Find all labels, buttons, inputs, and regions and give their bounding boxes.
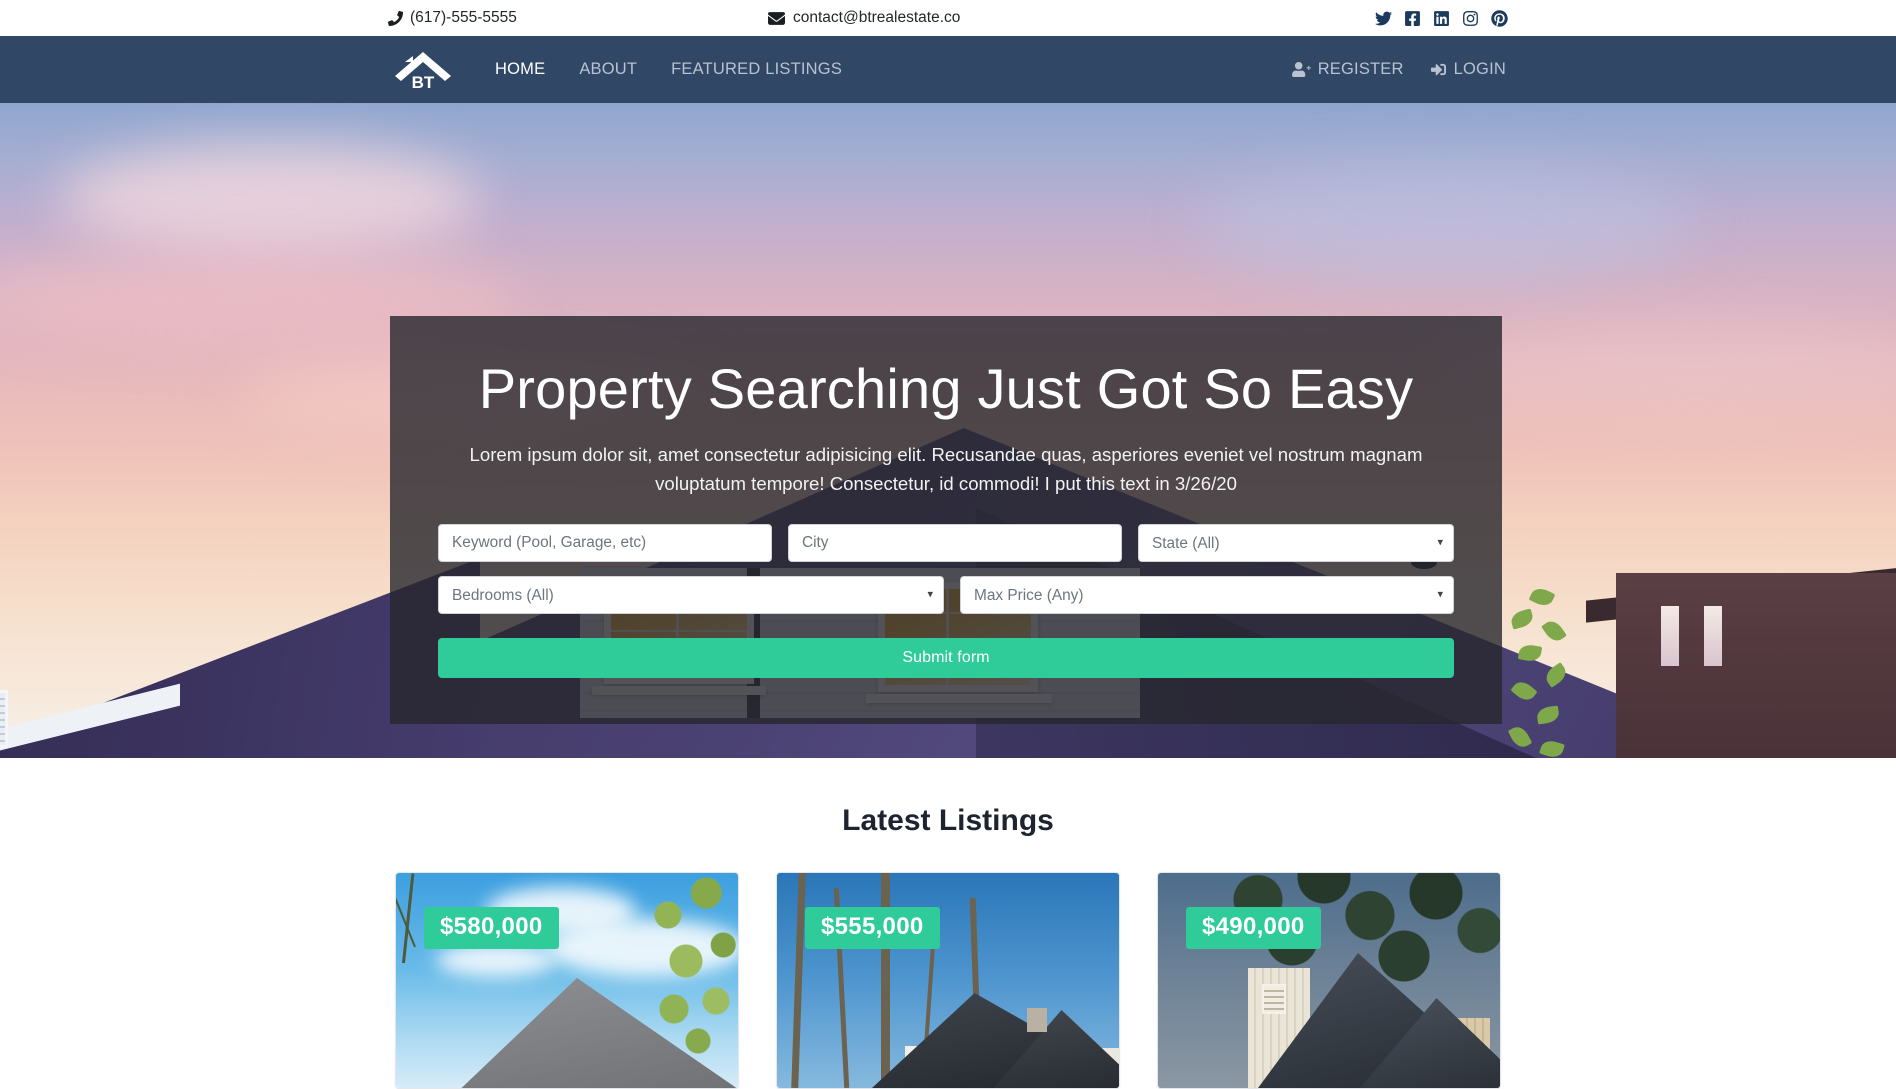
main-navbar: BT HOME ABOUT FEATURED LISTINGS REGISTER…	[0, 36, 1896, 103]
register-label: REGISTER	[1317, 60, 1404, 78]
right-house-wall	[1616, 573, 1896, 758]
search-row-2: Bedrooms (All) ▾ Max Price (Any) ▾	[438, 576, 1454, 615]
keyword-input[interactable]	[438, 524, 772, 563]
nav-link-about[interactable]: ABOUT	[562, 60, 654, 79]
hero-subtitle: Lorem ipsum dolor sit, amet consectetur …	[469, 443, 1423, 494]
bedrooms-select[interactable]: Bedrooms (All)	[438, 576, 944, 615]
social-links	[1375, 9, 1508, 27]
facebook-icon[interactable]	[1404, 10, 1421, 27]
sign-in-icon	[1430, 62, 1447, 77]
listing-card[interactable]: $490,000	[1157, 872, 1501, 1089]
house-roof-logo: BT	[391, 48, 455, 92]
phone-number: (617)-555-5555	[410, 9, 517, 26]
register-link[interactable]: REGISTER	[1291, 60, 1404, 79]
listing-photo: $580,000	[396, 873, 738, 1088]
svg-text:BT: BT	[412, 73, 435, 92]
submit-form-button[interactable]: Submit form	[438, 638, 1454, 679]
listing-price: $490,000	[1186, 907, 1321, 949]
login-link[interactable]: LOGIN	[1430, 60, 1506, 79]
listing-photo: $555,000	[777, 873, 1119, 1088]
hero-tree	[1501, 583, 1581, 758]
left-gable	[0, 648, 180, 758]
login-label: LOGIN	[1453, 60, 1506, 78]
search-row-1: State (All) ▾	[438, 524, 1454, 563]
nav-links: HOME ABOUT FEATURED LISTINGS	[478, 60, 859, 79]
top-contact-bar: (617)-555-5555 contact@btrealestate.co	[0, 0, 1896, 36]
listings-card-grid: $580,000 $555,000 $490,000	[0, 872, 1896, 1089]
hero-section: Property Searching Just Got So Easy Lore…	[0, 103, 1896, 758]
gable-vent	[0, 690, 8, 748]
twitter-icon[interactable]	[1375, 10, 1392, 27]
phone-contact[interactable]: (617)-555-5555	[388, 9, 517, 27]
nav-auth-links: REGISTER LOGIN	[1291, 60, 1506, 79]
hero-search-card: Property Searching Just Got So Easy Lore…	[390, 316, 1502, 725]
brand-logo[interactable]: BT	[390, 48, 456, 92]
listings-heading: Latest Listings	[842, 804, 1054, 837]
state-select[interactable]: State (All)	[1138, 524, 1454, 563]
listing-card[interactable]: $555,000	[776, 872, 1120, 1089]
listing-card[interactable]: $580,000	[395, 872, 739, 1089]
listing-price: $555,000	[805, 907, 940, 949]
phone-icon	[388, 10, 403, 26]
nav-link-home[interactable]: HOME	[478, 60, 562, 79]
city-input[interactable]	[788, 524, 1122, 563]
envelope-icon	[768, 10, 785, 27]
nav-link-featured-listings[interactable]: FEATURED LISTINGS	[654, 60, 859, 79]
linkedin-icon[interactable]	[1433, 10, 1450, 27]
property-search-form: State (All) ▾ Bedrooms (All) ▾ Max Price…	[438, 524, 1454, 679]
max-price-select[interactable]: Max Price (Any)	[960, 576, 1454, 615]
user-plus-icon	[1291, 62, 1311, 77]
listing-photo: $490,000	[1158, 873, 1500, 1088]
hero-title: Property Searching Just Got So Easy	[478, 357, 1414, 420]
email-contact[interactable]: contact@btrealestate.co	[768, 9, 960, 27]
listing-price: $580,000	[424, 907, 559, 949]
latest-listings-section: Latest Listings $580,000 $555,000 $490,0…	[0, 758, 1896, 1089]
email-address: contact@btrealestate.co	[793, 9, 961, 26]
instagram-icon[interactable]	[1462, 10, 1479, 27]
pinterest-icon[interactable]	[1491, 9, 1508, 27]
